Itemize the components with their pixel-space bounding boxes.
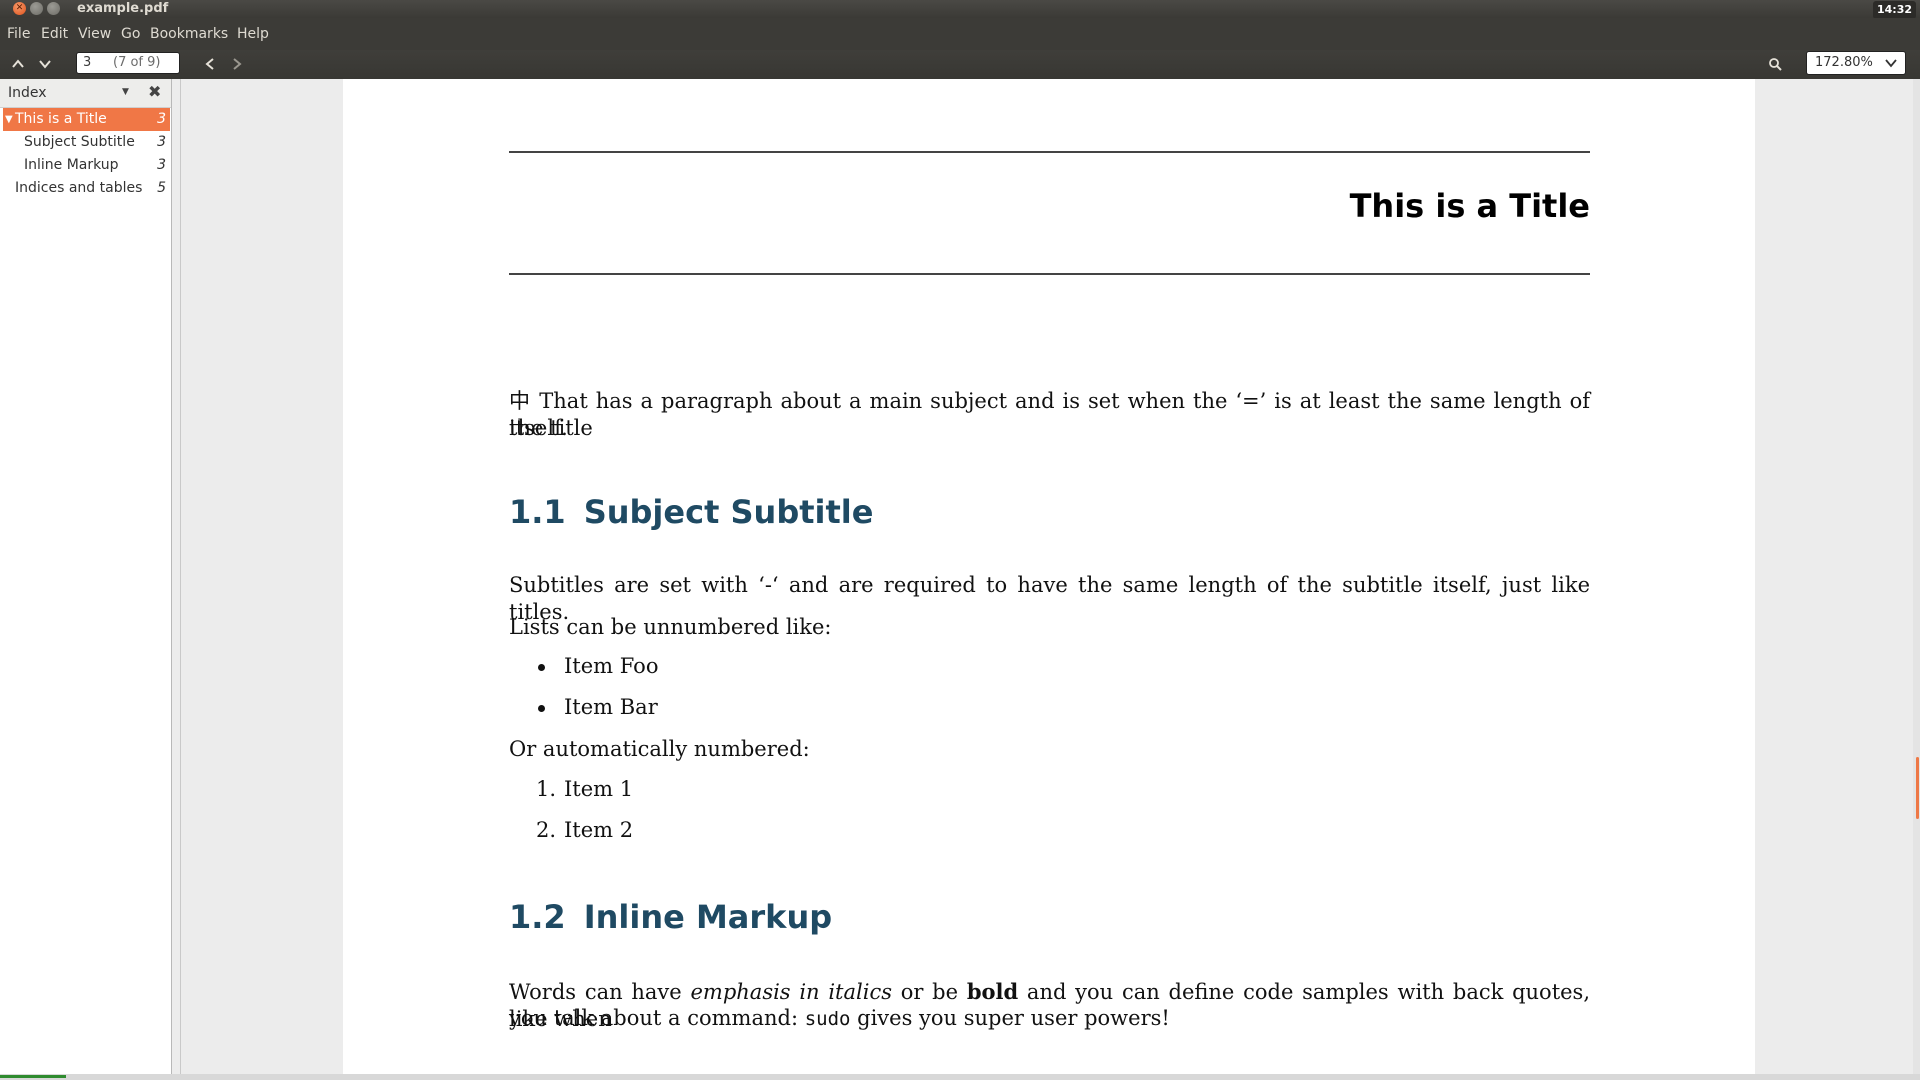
- index-sidebar: Index ▼ ✖ ▼ This is a Title 3 Subject Su…: [0, 79, 172, 1074]
- title-rule-top: [509, 151, 1590, 153]
- numbered-intro: Or automatically numbered:: [509, 737, 810, 761]
- section-heading-inline-markup: 1.2 Inline Markup: [509, 898, 832, 936]
- menu-view[interactable]: View: [78, 18, 111, 50]
- list-item: Item Bar: [538, 695, 658, 719]
- toc-item-page: 3: [157, 134, 166, 150]
- text-run: gives you super user powers!: [850, 1006, 1170, 1030]
- previous-page-button[interactable]: [7, 53, 29, 75]
- toc-item-inline-markup[interactable]: Inline Markup 3: [3, 154, 170, 177]
- menu-bookmarks[interactable]: Bookmarks: [150, 18, 228, 50]
- chevron-right-icon: [233, 58, 242, 70]
- menu-file[interactable]: File: [7, 18, 30, 50]
- toc-item-page: 3: [157, 111, 166, 127]
- toc-item-subject-subtitle[interactable]: Subject Subtitle 3: [3, 131, 170, 154]
- intro-paragraph-line2: itself.: [509, 416, 568, 440]
- bullet-icon: [538, 664, 545, 671]
- expander-triangle-icon[interactable]: ▼: [5, 108, 13, 131]
- lists-intro: Lists can be unnumbered like:: [509, 615, 832, 639]
- next-page-button[interactable]: [34, 53, 56, 75]
- page-number-field[interactable]: 3 (7 of 9): [76, 52, 180, 74]
- window-title: example.pdf: [77, 1, 169, 16]
- chevron-left-icon: [205, 58, 214, 70]
- bullet-icon: [538, 705, 545, 712]
- page-number-value: 3: [83, 55, 92, 70]
- sidebar-header: Index ▼ ✖: [0, 79, 171, 108]
- clock: 14:32: [1872, 1, 1916, 19]
- emphasis-text: emphasis in italics: [690, 980, 892, 1004]
- section-number: 1.2: [509, 898, 566, 936]
- sidebar-title: Index: [8, 85, 47, 101]
- item-number: 2.: [536, 818, 557, 842]
- toc-item-label: Inline Markup: [24, 157, 119, 173]
- numbered-item: 2. Item 2: [536, 818, 634, 842]
- title-bar: ✕ example.pdf 14:32: [0, 0, 1920, 19]
- text-run: or be: [891, 980, 967, 1004]
- bottom-strip: [0, 1074, 1920, 1080]
- text-run: you talk about a command:: [509, 1006, 805, 1030]
- vertical-scrollbar[interactable]: [1913, 79, 1920, 1074]
- list-item-text: Item 2: [564, 818, 634, 842]
- toc-item-page: 5: [157, 180, 166, 196]
- menu-bar: File Edit View Go Bookmarks Help: [0, 18, 1920, 50]
- numbered-item: 1. Item 1: [536, 777, 634, 801]
- zoom-select[interactable]: 172.80%: [1806, 51, 1906, 75]
- chevron-up-icon: [12, 59, 24, 68]
- close-window-button[interactable]: ✕: [13, 2, 26, 15]
- toc-item-label: Indices and tables: [15, 180, 143, 196]
- pdf-page: This is a Title 中 That has a paragraph a…: [343, 79, 1755, 1074]
- list-item-text: Item Bar: [564, 695, 658, 719]
- section-title: Inline Markup: [583, 898, 833, 936]
- sidebar-resize-handle[interactable]: [172, 79, 181, 1074]
- toc-item-page: 3: [157, 157, 166, 173]
- toc-item-indices-and-tables[interactable]: Indices and tables 5: [3, 177, 170, 200]
- list-item: Item Foo: [538, 654, 659, 678]
- section-heading-subject-subtitle: 1.1 Subject Subtitle: [509, 493, 873, 531]
- text-run: Words can have: [509, 980, 691, 1004]
- menu-help[interactable]: Help: [237, 18, 269, 50]
- sidebar-close-icon[interactable]: ✖: [148, 82, 161, 101]
- find-button[interactable]: [1764, 53, 1786, 75]
- zoom-value: 172.80%: [1815, 55, 1873, 70]
- toc-item-label: Subject Subtitle: [24, 134, 135, 150]
- toolbar: [0, 50, 1920, 79]
- document-title: This is a Title: [1349, 187, 1590, 225]
- chevron-down-icon: [1885, 59, 1897, 68]
- toc-item-this-is-a-title[interactable]: ▼ This is a Title 3: [3, 108, 170, 131]
- minimize-window-button[interactable]: [30, 2, 43, 15]
- bold-text: bold: [966, 979, 1019, 1004]
- list-item-text: Item 1: [564, 777, 634, 801]
- inline-markup-line2: you talk about a command: sudo gives you…: [509, 1005, 1590, 1033]
- toc-item-label: This is a Title: [15, 111, 107, 127]
- code-text: sudo: [804, 1008, 851, 1030]
- history-forward-button[interactable]: [226, 53, 248, 75]
- section-title: Subject Subtitle: [583, 493, 874, 531]
- list-item-text: Item Foo: [564, 654, 659, 678]
- item-number: 1.: [536, 777, 557, 801]
- search-icon: [1769, 58, 1782, 71]
- scrollbar-thumb[interactable]: [1916, 757, 1919, 819]
- progress-indicator: [0, 1075, 66, 1078]
- history-back-button[interactable]: [199, 53, 221, 75]
- menu-edit[interactable]: Edit: [41, 18, 68, 50]
- maximize-window-button[interactable]: [47, 2, 60, 15]
- menu-go[interactable]: Go: [121, 18, 140, 50]
- chevron-down-icon: [39, 60, 51, 69]
- document-view[interactable]: This is a Title 中 That has a paragraph a…: [181, 79, 1920, 1074]
- page-count-label: (7 of 9): [113, 55, 161, 70]
- section-number: 1.1: [509, 493, 566, 531]
- title-rule-bottom: [509, 273, 1590, 275]
- sidebar-dropdown-icon[interactable]: ▼: [122, 87, 129, 97]
